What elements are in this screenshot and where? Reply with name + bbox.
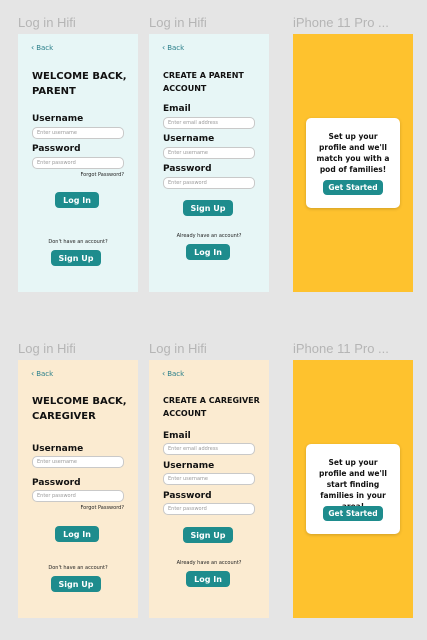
get-started-button[interactable]: Get Started [323, 506, 383, 521]
login-button[interactable]: Log In [55, 526, 99, 542]
frame-label-caregiver-login: Log in Hifi [18, 341, 76, 356]
signup-button[interactable]: Sign Up [183, 527, 233, 543]
page-title: CREATE A PARENT ACCOUNT [163, 71, 244, 93]
have-account-text: Already have an account? [176, 560, 242, 566]
page-title: WELCOME BACK, CAREGIVER [32, 396, 127, 422]
username-label: Username [163, 461, 215, 471]
password-label: Password [32, 478, 81, 488]
username-input[interactable]: Enter username [163, 473, 255, 485]
back-label: Back [167, 370, 185, 378]
back-link[interactable]: ‹ Back [162, 43, 185, 53]
page-title: CREATE A CAREGIVER ACCOUNT [163, 396, 260, 418]
welcome-message: Set up your profile and we'll start find… [319, 458, 387, 511]
parent-create-screen: ‹ Back CREATE A PARENT ACCOUNT Email Ent… [149, 34, 269, 292]
forgot-password-link[interactable]: Forgot Password? [80, 172, 124, 178]
welcome-card: Set up your profile and we'll match you … [306, 118, 400, 208]
parent-login-screen: ‹ Back WELCOME BACK, PARENT Username Ent… [18, 34, 138, 292]
back-link[interactable]: ‹ Back [162, 369, 185, 379]
password-label: Password [163, 164, 212, 174]
chevron-left-icon: ‹ [31, 43, 35, 52]
no-account-text: Don't have an account? [48, 565, 108, 571]
chevron-left-icon: ‹ [162, 369, 166, 378]
username-input[interactable]: Enter username [32, 456, 124, 468]
back-label: Back [36, 370, 54, 378]
password-input[interactable]: Enter password [163, 177, 255, 189]
back-link[interactable]: ‹ Back [31, 369, 54, 379]
frame-label-parent-create: Log in Hifi [149, 15, 207, 30]
signup-button[interactable]: Sign Up [183, 200, 233, 216]
welcome-message: Set up your profile and we'll match you … [316, 132, 390, 174]
email-input[interactable]: Enter email address [163, 117, 255, 129]
caregiver-create-screen: ‹ Back CREATE A CAREGIVER ACCOUNT Email … [149, 360, 269, 618]
email-label: Email [163, 104, 191, 114]
login-button[interactable]: Log In [55, 192, 99, 208]
no-account-text: Don't have an account? [48, 239, 108, 245]
back-link[interactable]: ‹ Back [31, 43, 54, 53]
email-input[interactable]: Enter email address [163, 443, 255, 455]
username-label: Username [163, 134, 215, 144]
page-title: WELCOME BACK, PARENT [32, 71, 127, 97]
password-label: Password [163, 491, 212, 501]
frame-label-parent-login: Log in Hifi [18, 15, 76, 30]
password-input[interactable]: Enter password [163, 503, 255, 515]
chevron-left-icon: ‹ [162, 43, 166, 52]
welcome-card: Set up your profile and we'll start find… [306, 444, 400, 534]
username-label: Username [32, 444, 84, 454]
back-label: Back [36, 44, 54, 52]
login-button[interactable]: Log In [186, 571, 230, 587]
password-input[interactable]: Enter password [32, 157, 124, 169]
signup-button[interactable]: Sign Up [51, 576, 101, 592]
caregiver-splash-screen: Set up your profile and we'll start find… [293, 360, 413, 618]
frame-label-caregiver-create: Log in Hifi [149, 341, 207, 356]
password-input[interactable]: Enter password [32, 490, 124, 502]
username-input[interactable]: Enter username [163, 147, 255, 159]
password-label: Password [32, 144, 81, 154]
have-account-text: Already have an account? [176, 233, 242, 239]
get-started-button[interactable]: Get Started [323, 180, 383, 195]
login-button[interactable]: Log In [186, 244, 230, 260]
forgot-password-link[interactable]: Forgot Password? [80, 505, 124, 511]
caregiver-login-screen: ‹ Back WELCOME BACK, CAREGIVER Username … [18, 360, 138, 618]
username-label: Username [32, 114, 84, 124]
back-label: Back [167, 44, 185, 52]
chevron-left-icon: ‹ [31, 369, 35, 378]
username-input[interactable]: Enter username [32, 127, 124, 139]
signup-button[interactable]: Sign Up [51, 250, 101, 266]
frame-label-caregiver-splash: iPhone 11 Pro ... [293, 341, 389, 356]
frame-label-parent-splash: iPhone 11 Pro ... [293, 15, 389, 30]
parent-splash-screen: Set up your profile and we'll match you … [293, 34, 413, 292]
email-label: Email [163, 431, 191, 441]
